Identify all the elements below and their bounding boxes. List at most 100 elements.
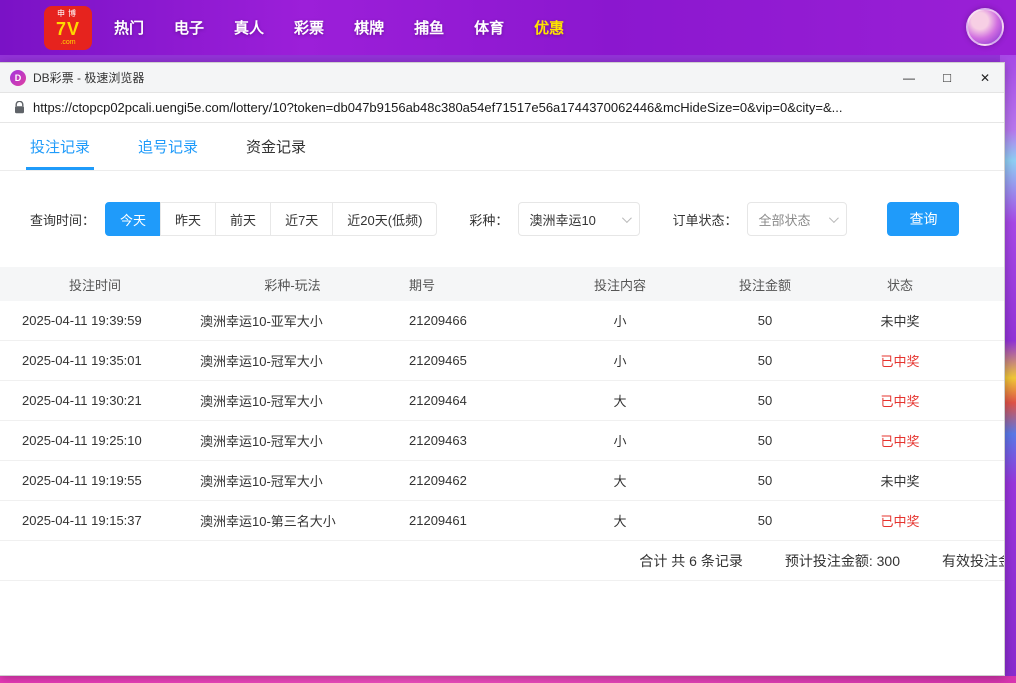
- cell-status: 已中奖: [835, 391, 965, 410]
- logo-text-main: 7V: [56, 20, 80, 38]
- tab-bet-records[interactable]: 投注记录: [30, 123, 90, 170]
- window-title: DB彩票 - 极速浏览器: [33, 69, 144, 86]
- column-header-game: 彩种-玩法: [190, 275, 395, 294]
- table-body: 2025-04-11 19:39:59 澳洲幸运10-亚军大小 21209466…: [0, 301, 1004, 541]
- cell-bet-content: 大: [545, 471, 695, 490]
- time-filter-day-before[interactable]: 前天: [215, 202, 271, 236]
- lottery-select[interactable]: 澳洲幸运10: [518, 202, 640, 236]
- cell-bet-amount: 50: [695, 473, 835, 488]
- cell-bet-time: 2025-04-11 19:19:55: [0, 473, 190, 488]
- cell-issue-no: 21209461: [395, 513, 545, 528]
- cell-bet-time: 2025-04-11 19:30:21: [0, 393, 190, 408]
- window-titlebar: D DB彩票 - 极速浏览器 — □ ✕: [0, 63, 1004, 93]
- browser-app-icon: D: [10, 70, 26, 86]
- order-status-select[interactable]: 全部状态: [747, 202, 847, 236]
- minimize-button[interactable]: —: [890, 63, 928, 92]
- cell-status: 未中奖: [835, 311, 965, 330]
- cell-game-play: 澳洲幸运10-冠军大小: [190, 391, 395, 410]
- cell-issue-no: 21209466: [395, 313, 545, 328]
- lock-icon: [14, 101, 25, 114]
- cell-status: 已中奖: [835, 351, 965, 370]
- time-filter-yesterday[interactable]: 昨天: [160, 202, 216, 236]
- cell-status: 已中奖: [835, 511, 965, 530]
- filter-bar: 查询时间： 今天昨天前天近7天近20天(低频) 彩种： 澳洲幸运10 订单状态：…: [30, 202, 1004, 236]
- nav-item-live[interactable]: 真人: [234, 17, 264, 38]
- table-row: 2025-04-11 19:15:37 澳洲幸运10-第三名大小 2120946…: [0, 501, 1004, 541]
- table-header: 投注时间彩种-玩法期号投注内容投注金额状态: [0, 267, 1004, 301]
- cell-bet-amount: 50: [695, 433, 835, 448]
- order-status-label: 订单状态：: [672, 210, 737, 229]
- user-avatar[interactable]: [966, 8, 1004, 46]
- cell-bet-time: 2025-04-11 19:35:01: [0, 353, 190, 368]
- nav-item-sports[interactable]: 体育: [474, 17, 504, 38]
- cell-bet-content: 小: [545, 431, 695, 450]
- table-row: 2025-04-11 19:39:59 澳洲幸运10-亚军大小 21209466…: [0, 301, 1004, 341]
- column-header-status: 状态: [835, 275, 965, 294]
- column-header-time: 投注时间: [0, 275, 190, 294]
- column-header-content: 投注内容: [545, 275, 695, 294]
- summary-valid: 有效投注金: [942, 551, 1005, 571]
- table-row: 2025-04-11 19:25:10 澳洲幸运10-冠军大小 21209463…: [0, 421, 1004, 461]
- order-status-value: 全部状态: [758, 210, 810, 229]
- cell-status: 未中奖: [835, 471, 965, 490]
- cell-bet-time: 2025-04-11 19:39:59: [0, 313, 190, 328]
- time-filter-last-20-days[interactable]: 近20天(低频): [332, 202, 437, 236]
- time-filter-group: 今天昨天前天近7天近20天(低频): [105, 202, 437, 236]
- summary-expected: 预计投注金额: 300: [785, 551, 900, 571]
- time-filter-last-7-days[interactable]: 近7天: [270, 202, 333, 236]
- url-text[interactable]: https://ctopcp02pcali.uengi5e.com/lotter…: [33, 100, 843, 115]
- cell-issue-no: 21209463: [395, 433, 545, 448]
- tab-fund-records[interactable]: 资金记录: [246, 123, 306, 170]
- window-controls: — □ ✕: [890, 63, 1004, 92]
- table-row: 2025-04-11 19:35:01 澳洲幸运10-冠军大小 21209465…: [0, 341, 1004, 381]
- top-nav: 申博 7V .com 热门 电子 真人 彩票 棋牌 捕鱼 体育 优惠: [0, 0, 1016, 55]
- cell-issue-no: 21209464: [395, 393, 545, 408]
- nav-items: 热门 电子 真人 彩票 棋牌 捕鱼 体育 优惠: [114, 17, 564, 38]
- lottery-select-value: 澳洲幸运10: [529, 210, 595, 229]
- time-filter-today[interactable]: 今天: [105, 202, 161, 236]
- cell-bet-content: 大: [545, 391, 695, 410]
- cell-bet-time: 2025-04-11 19:25:10: [0, 433, 190, 448]
- lottery-label: 彩种：: [469, 210, 508, 229]
- cell-bet-amount: 50: [695, 393, 835, 408]
- cell-issue-no: 21209465: [395, 353, 545, 368]
- cell-bet-content: 大: [545, 511, 695, 530]
- background-strip: [0, 676, 1016, 683]
- search-button[interactable]: 查询: [887, 202, 959, 236]
- maximize-button[interactable]: □: [928, 63, 966, 92]
- cell-issue-no: 21209462: [395, 473, 545, 488]
- tabs: 投注记录 追号记录 资金记录: [0, 123, 1004, 171]
- nav-item-lottery[interactable]: 彩票: [294, 17, 324, 38]
- logo-text-top: 申博: [57, 10, 79, 18]
- cell-game-play: 澳洲幸运10-冠军大小: [190, 471, 395, 490]
- nav-item-fishing[interactable]: 捕鱼: [414, 17, 444, 38]
- close-button[interactable]: ✕: [966, 63, 1004, 92]
- browser-window: D DB彩票 - 极速浏览器 — □ ✕ https://ctopcp02pca…: [0, 62, 1005, 676]
- cell-bet-amount: 50: [695, 513, 835, 528]
- time-filter-label: 查询时间：: [30, 210, 95, 229]
- chevron-down-icon: [829, 213, 839, 223]
- url-bar[interactable]: https://ctopcp02pcali.uengi5e.com/lotter…: [0, 93, 1004, 123]
- site-logo[interactable]: 申博 7V .com: [44, 6, 92, 50]
- column-header-amount: 投注金额: [695, 275, 835, 294]
- logo-text-sub: .com: [60, 39, 75, 46]
- nav-item-hot[interactable]: 热门: [114, 17, 144, 38]
- cell-game-play: 澳洲幸运10-第三名大小: [190, 511, 395, 530]
- cell-game-play: 澳洲幸运10-冠军大小: [190, 351, 395, 370]
- table-row: 2025-04-11 19:19:55 澳洲幸运10-冠军大小 21209462…: [0, 461, 1004, 501]
- nav-item-slots[interactable]: 电子: [174, 17, 204, 38]
- cell-bet-content: 小: [545, 351, 695, 370]
- column-header-issue: 期号: [395, 275, 545, 294]
- table-row: 2025-04-11 19:30:21 澳洲幸运10-冠军大小 21209464…: [0, 381, 1004, 421]
- cell-status: 已中奖: [835, 431, 965, 450]
- cell-game-play: 澳洲幸运10-冠军大小: [190, 431, 395, 450]
- cell-bet-content: 小: [545, 311, 695, 330]
- nav-item-promotions[interactable]: 优惠: [534, 17, 564, 38]
- summary-total: 合计 共 6 条记录: [639, 551, 742, 571]
- tab-chase-records[interactable]: 追号记录: [138, 123, 198, 170]
- nav-item-board-games[interactable]: 棋牌: [354, 17, 384, 38]
- cell-bet-amount: 50: [695, 353, 835, 368]
- summary-row: 合计 共 6 条记录 预计投注金额: 300 有效投注金: [0, 541, 1005, 581]
- cell-game-play: 澳洲幸运10-亚军大小: [190, 311, 395, 330]
- cell-bet-amount: 50: [695, 313, 835, 328]
